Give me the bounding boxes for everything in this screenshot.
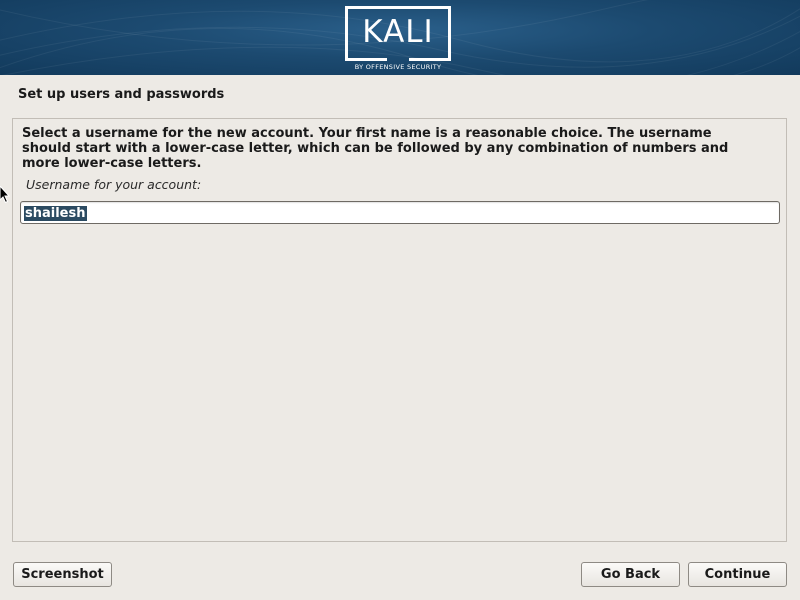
kali-logo-frame-edge bbox=[409, 58, 451, 61]
go-back-button[interactable]: Go Back bbox=[581, 562, 680, 587]
instructions-text: Select a username for the new account. Y… bbox=[22, 126, 729, 171]
mouse-pointer-icon bbox=[0, 186, 10, 204]
kali-logo-frame-edge bbox=[345, 58, 387, 61]
kali-logo: KALI bbox=[362, 14, 434, 50]
screenshot-button[interactable]: Screenshot bbox=[13, 562, 112, 587]
username-input-value: shailesh bbox=[24, 206, 87, 221]
kali-logo-subtitle: BY OFFENSIVE SECURITY bbox=[354, 63, 442, 71]
username-field-label: Username for your account: bbox=[26, 177, 202, 192]
username-input[interactable]: shailesh bbox=[20, 201, 780, 224]
continue-button[interactable]: Continue bbox=[688, 562, 787, 587]
page-title: Set up users and passwords bbox=[18, 87, 225, 102]
